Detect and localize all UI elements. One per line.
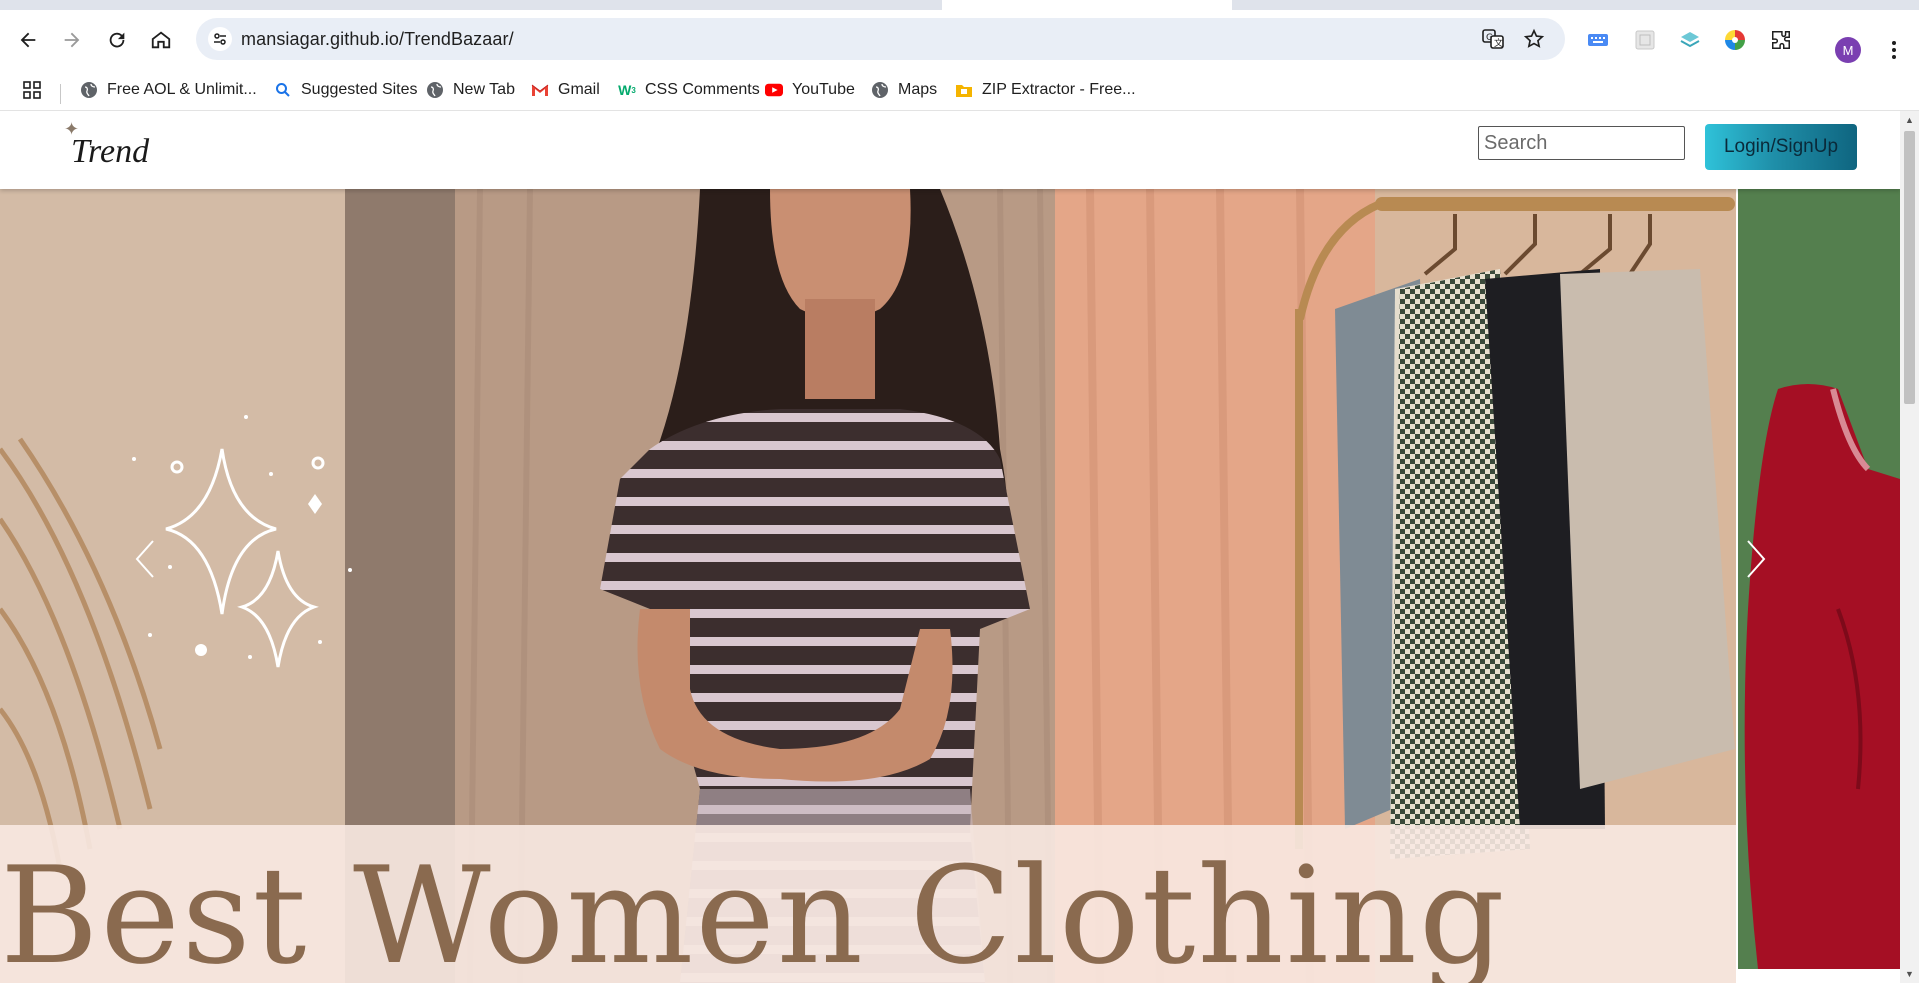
bookmark-label: Suggested Sites [301,81,418,98]
scroll-down-icon[interactable]: ▼ [1905,969,1914,979]
address-bar[interactable]: mansiagar.github.io/TrendBazaar/ G文 [196,18,1565,60]
svg-text:文: 文 [1494,37,1503,49]
globe-icon [871,81,889,99]
logo-text: Trend [71,133,150,170]
search-icon [274,81,292,99]
w3-icon: W3 [618,82,636,98]
web-page: ✦ Trend Login/SignUp [0,111,1900,983]
back-icon[interactable] [14,26,42,54]
bookmark-zip-extractor[interactable]: ZIP Extractor - Free... [955,78,1136,102]
layers-extension-icon[interactable] [1677,27,1703,53]
bookmark-new-tab[interactable]: New Tab [426,78,515,102]
bookmark-label: Free AOL & Unlimit... [107,81,257,98]
site-header: ✦ Trend Login/SignUp [0,111,1900,189]
forward-icon[interactable] [58,26,86,54]
translate-icon[interactable]: G文 [1482,28,1504,50]
site-info-icon[interactable] [208,27,232,51]
bookmark-maps[interactable]: Maps [871,78,937,102]
gmail-icon [531,81,549,99]
search-input[interactable] [1478,126,1685,160]
bookmark-star-icon[interactable] [1523,28,1545,50]
bookmark-suggested-sites[interactable]: Suggested Sites [274,78,418,102]
bookmark-css-comments[interactable]: W3 CSS Comments [618,78,760,102]
home-icon[interactable] [147,26,175,54]
bookmark-label: ZIP Extractor - Free... [982,81,1136,98]
page-scrollbar[interactable]: ▲ ▼ [1900,111,1919,983]
bookmark-label: New Tab [453,81,515,98]
extensions-puzzle-icon[interactable] [1768,27,1794,53]
bookmark-youtube[interactable]: YouTube [765,78,855,102]
youtube-icon [765,81,783,99]
carousel-next-icon[interactable] [1741,534,1771,584]
profile-avatar[interactable]: M [1835,37,1861,63]
bookmark-label: Gmail [558,81,600,98]
bookmark-aol[interactable]: Free AOL & Unlimit... [80,78,257,102]
hero-banner: Best Women Clothing [0,825,1736,983]
active-tab[interactable] [942,0,1232,10]
color-wheel-extension-icon[interactable] [1722,27,1748,53]
bookmark-label: CSS Comments [645,81,760,98]
hero-carousel: Best Women Clothing [0,189,1900,983]
bookmarks-separator [60,84,61,104]
browser-toolbar: mansiagar.github.io/TrendBazaar/ G文 M [0,10,1919,70]
bookmark-label: YouTube [792,81,855,98]
site-logo[interactable]: ✦ Trend [56,119,156,179]
keyboard-extension-icon[interactable] [1585,27,1611,53]
globe-icon [426,81,444,99]
hero-banner-text: Best Women Clothing [0,838,1507,983]
browser-menu-icon[interactable] [1884,37,1904,63]
reload-icon[interactable] [103,26,131,54]
grid-extension-icon[interactable] [1632,27,1658,53]
bookmark-label: Maps [898,81,938,98]
scroll-up-icon[interactable]: ▲ [1905,115,1914,125]
tab-strip [0,0,1919,10]
apps-grid-icon[interactable] [22,78,42,102]
carousel-prev-icon[interactable] [130,534,160,584]
login-signup-button[interactable]: Login/SignUp [1705,124,1857,170]
bookmarks-bar: Free AOL & Unlimit... Suggested Sites Ne… [0,70,1919,111]
bookmark-gmail[interactable]: Gmail [531,78,600,102]
zip-icon [955,81,973,99]
carousel-slide-image: Best Women Clothing [0,189,1736,983]
url-text[interactable]: mansiagar.github.io/TrendBazaar/ [241,29,514,50]
globe-icon [80,81,98,99]
scrollbar-thumb[interactable] [1904,131,1915,404]
